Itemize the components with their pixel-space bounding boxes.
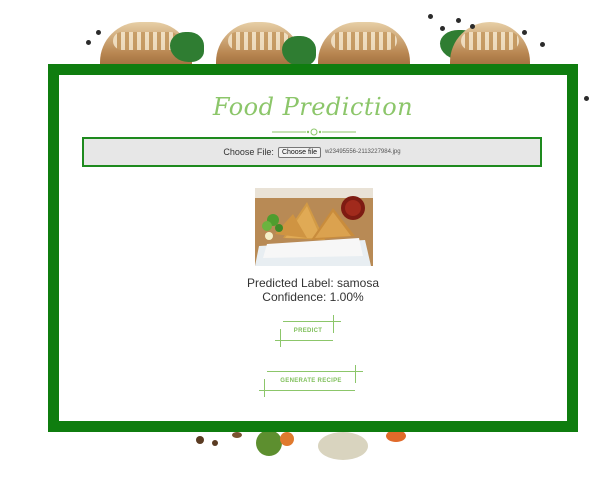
predict-button[interactable]: PREDICT <box>275 315 341 347</box>
generate-recipe-button[interactable]: GENERATE RECIPE <box>259 365 363 397</box>
choose-file-button[interactable]: Choose file <box>277 146 321 158</box>
title-divider-ornament <box>272 128 356 136</box>
uploaded-food-image <box>255 188 373 266</box>
file-upload-label: Choose File: <box>223 147 274 157</box>
generate-recipe-button-label: GENERATE RECIPE <box>280 378 342 384</box>
leaf-decoration <box>170 32 204 62</box>
prediction-card: Food Prediction Choose File: Choose file… <box>48 64 578 432</box>
page-title: Food Prediction <box>212 93 414 121</box>
leaf-decoration <box>282 36 316 66</box>
predicted-label-text: Predicted Label: samosa <box>246 276 380 290</box>
selected-file-name: w23495556-2113227984.jpg <box>324 149 401 155</box>
confidence-text: Confidence: 1.00% <box>262 290 364 304</box>
file-upload-field: Choose File: Choose file w23495556-21132… <box>82 137 542 167</box>
predict-button-label: PREDICT <box>293 328 323 334</box>
